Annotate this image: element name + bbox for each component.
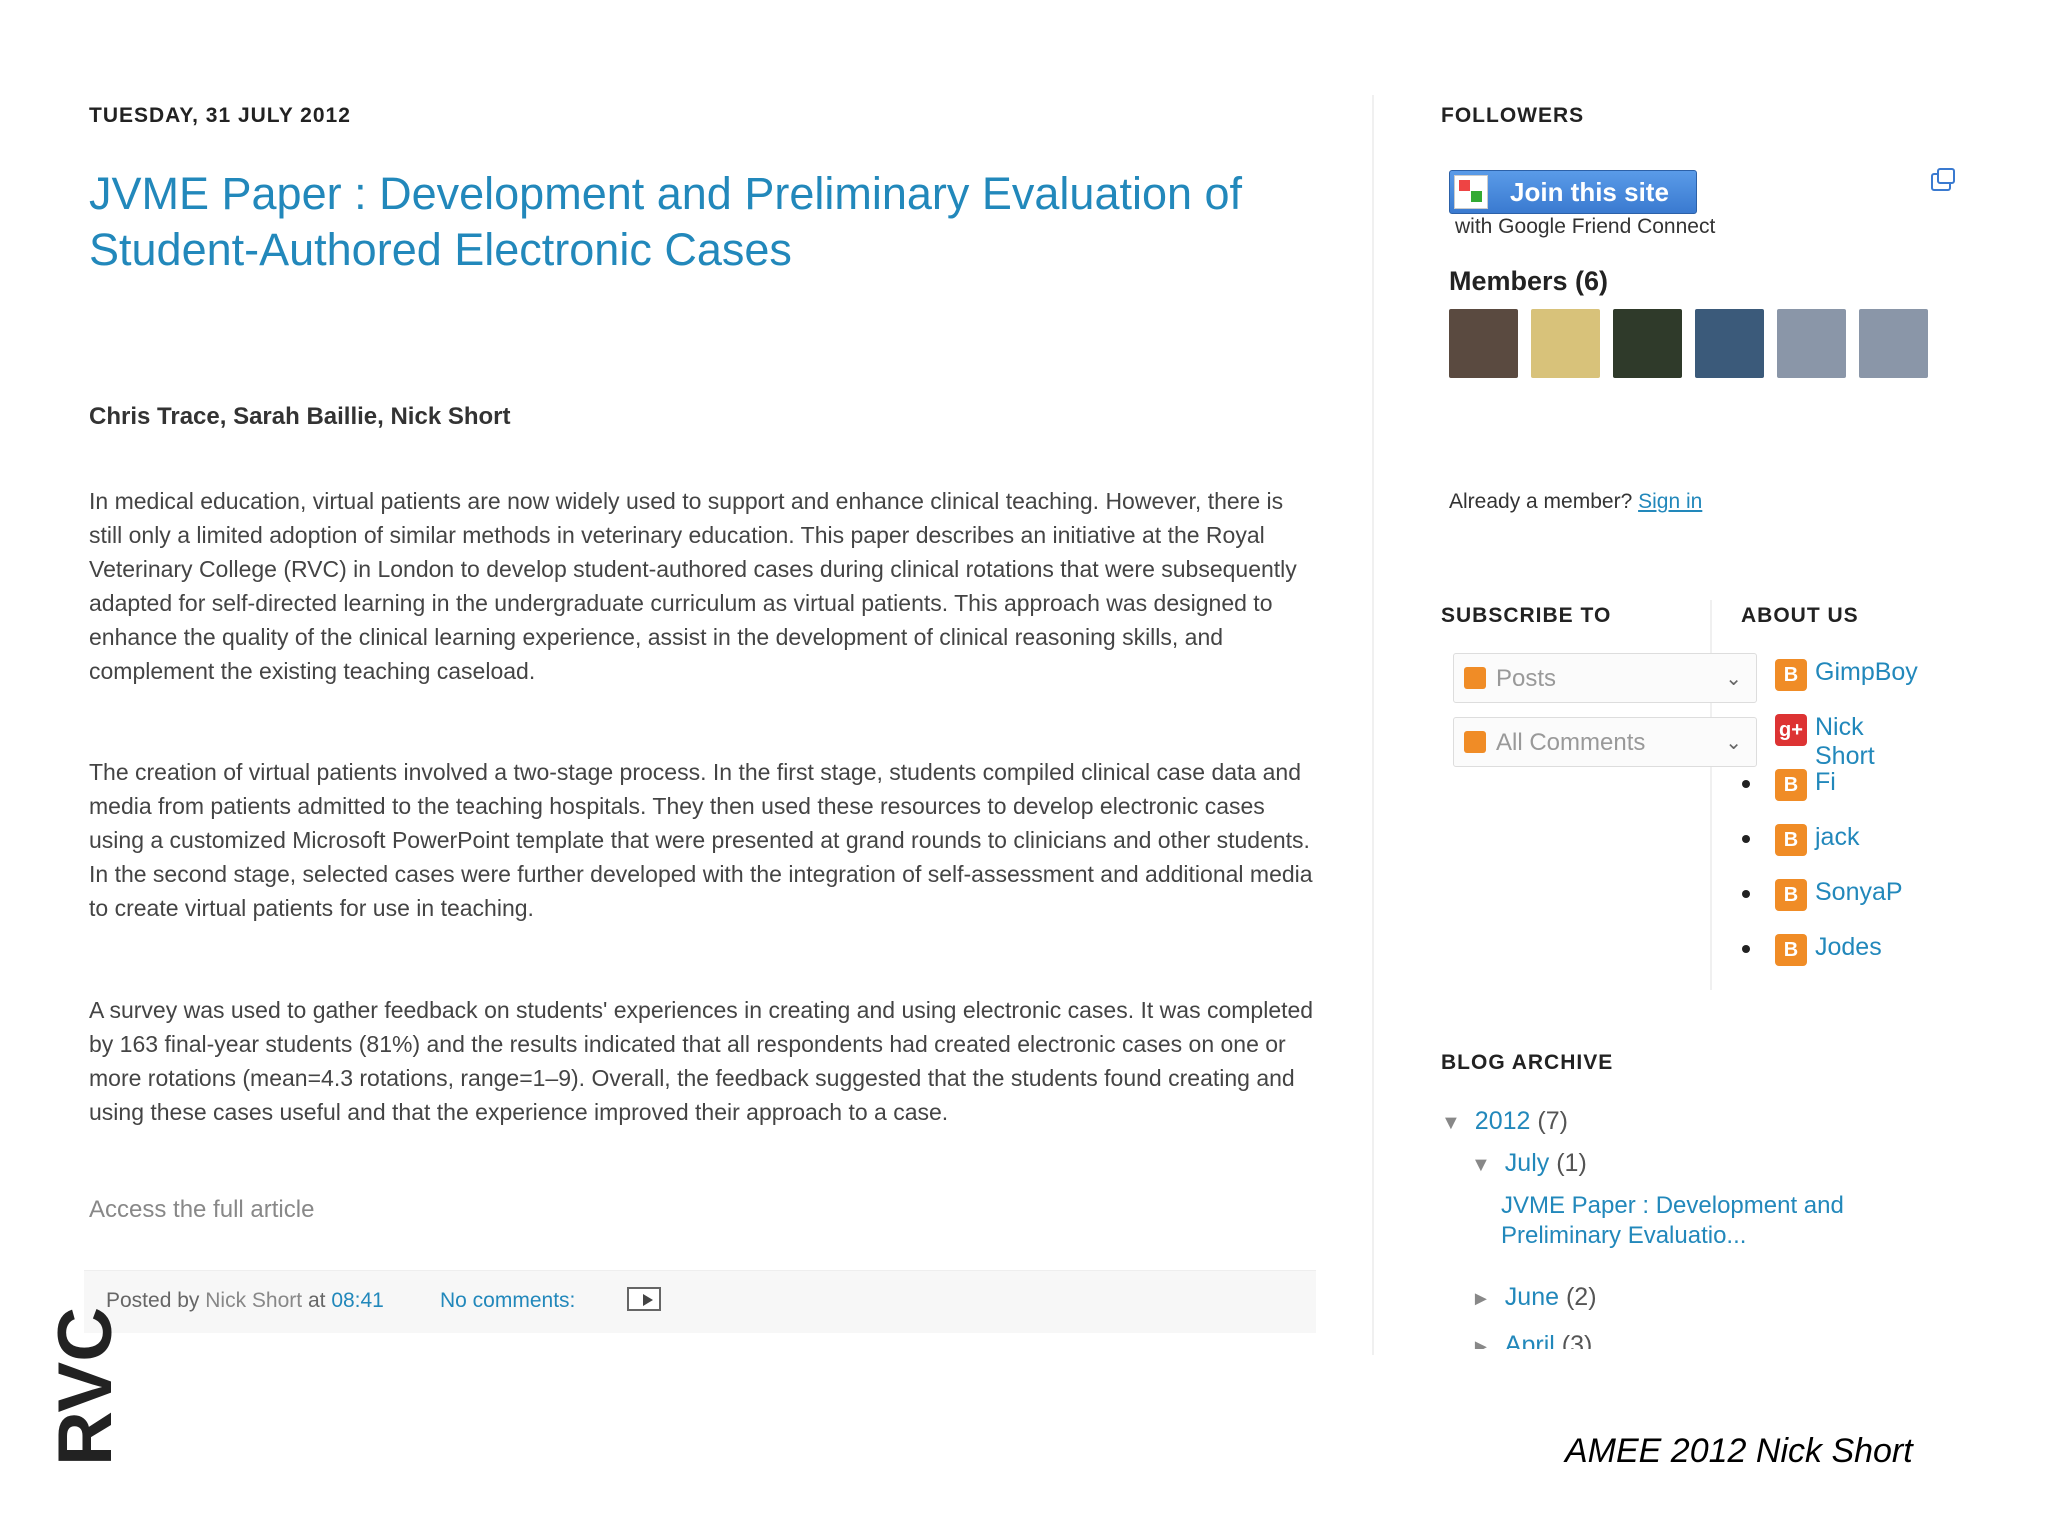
member-avatar[interactable] [1859,309,1928,378]
about-member-name[interactable]: jack [1815,823,1859,852]
archive-year-count: (7) [1537,1107,1568,1135]
sign-in-link[interactable]: Sign in [1638,490,1702,513]
archive-year-link[interactable]: 2012 [1475,1107,1531,1135]
at-label: at [307,1289,326,1312]
rvc-logo-text: RVC [43,1306,128,1466]
archive-month-count: (3) [1561,1331,1593,1349]
subscribe-option-label: All Comments [1496,729,1646,756]
blogger-icon: B [1775,934,1807,966]
triangle-right-icon: ► [1471,1336,1491,1349]
post-paragraph: The creation of virtual patients involve… [89,759,1313,921]
about-member-name[interactable]: Nick Short [1815,713,1875,771]
member-avatars [1449,309,1928,378]
email-post-icon[interactable] [627,1287,661,1311]
archive-month-link[interactable]: July [1505,1149,1549,1177]
post-title[interactable]: JVME Paper : Development and Preliminary… [89,166,1329,278]
bullet-icon [1742,780,1750,788]
subscribe-posts-dropdown[interactable]: Posts ⌄ [1453,653,1757,703]
blogger-icon: B [1775,879,1807,911]
rvc-logo: RVC [43,1307,128,1466]
archive-heading: BLOG ARCHIVE [1441,1051,1614,1074]
member-avatar[interactable] [1695,309,1764,378]
subscribe-option-label: Posts [1496,665,1557,692]
about-heading: ABOUT US [1741,604,1859,627]
archive-month-link[interactable]: April [1505,1331,1555,1349]
gfc-caption: with Google Friend Connect [1455,215,1716,238]
archive-month-count: (1) [1556,1149,1587,1177]
chevron-down-icon: ⌄ [1725,732,1742,754]
post-byline: Posted by Nick Short at 08:41 [106,1289,384,1313]
feed-icon [1464,667,1486,689]
followers-heading: FOLLOWERS [1441,104,1585,127]
member-avatar[interactable] [1531,309,1600,378]
column-divider [1372,95,1374,1355]
join-button-label: Join this site [1510,177,1669,207]
chevron-down-icon: ⌄ [1725,668,1742,690]
archive-post-link[interactable]: JVME Paper : Development and Preliminary… [1501,1191,1921,1251]
slide-caption: AMEE 2012 Nick Short [1565,1432,1913,1470]
post-footer: Posted by Nick Short at 08:41 No comment… [84,1270,1316,1333]
join-site-button[interactable]: Join this site [1449,170,1697,214]
about-member-name[interactable]: Fi [1815,768,1836,797]
bullet-icon [1742,890,1750,898]
archive-month-row[interactable]: ► April (3) [1471,1331,1592,1349]
blogger-icon: B [1775,659,1807,691]
access-article-link[interactable]: Access the full article [89,1196,314,1224]
member-avatar[interactable] [1777,309,1846,378]
already-member-text: Already a member? Sign in [1449,490,1702,514]
member-avatar[interactable] [1613,309,1682,378]
post-time-link[interactable]: 08:41 [331,1289,384,1312]
blog-screenshot: TUESDAY, 31 JULY 2012 JVME Paper : Devel… [0,0,2048,1355]
archive-month-count: (2) [1565,1283,1597,1311]
google-plus-icon: g+ [1775,714,1807,746]
about-member-name[interactable]: Jodes [1815,933,1882,962]
members-heading: Members (6) [1449,266,1609,296]
post-date: TUESDAY, 31 JULY 2012 [89,104,351,127]
post-paragraph: In medical education, virtual patients a… [89,488,1297,684]
triangle-down-icon: ▼ [1471,1154,1491,1176]
about-member-name[interactable]: SonyaP [1815,878,1903,907]
subscribe-comments-dropdown[interactable]: All Comments ⌄ [1453,717,1757,767]
subscribe-heading: SUBSCRIBE TO [1441,604,1612,627]
feed-icon [1464,731,1486,753]
archive-month-row[interactable]: ▼ July (1) [1471,1149,1587,1178]
already-member-label: Already a member? [1449,490,1633,513]
author-link[interactable]: Nick Short [205,1289,302,1312]
google-friend-connect-icon [1454,175,1488,209]
archive-month-link[interactable]: June [1505,1283,1559,1311]
triangle-down-icon: ▼ [1441,1112,1461,1134]
comments-link[interactable]: No comments: [440,1289,575,1313]
popout-icon[interactable] [1931,168,1955,191]
member-avatar[interactable] [1449,309,1518,378]
about-member-name[interactable]: GimpBoy [1815,658,1918,687]
post-authors: Chris Trace, Sarah Baillie, Nick Short [89,403,511,430]
bullet-icon [1742,945,1750,953]
blogger-icon: B [1775,824,1807,856]
archive-month-row[interactable]: ► June (2) [1471,1283,1597,1312]
triangle-right-icon: ► [1471,1288,1491,1310]
blogger-icon: B [1775,769,1807,801]
archive-year-row[interactable]: ▼ 2012 (7) [1441,1107,1568,1136]
bullet-icon [1742,835,1750,843]
post-paragraph: A survey was used to gather feedback on … [89,997,1314,1125]
